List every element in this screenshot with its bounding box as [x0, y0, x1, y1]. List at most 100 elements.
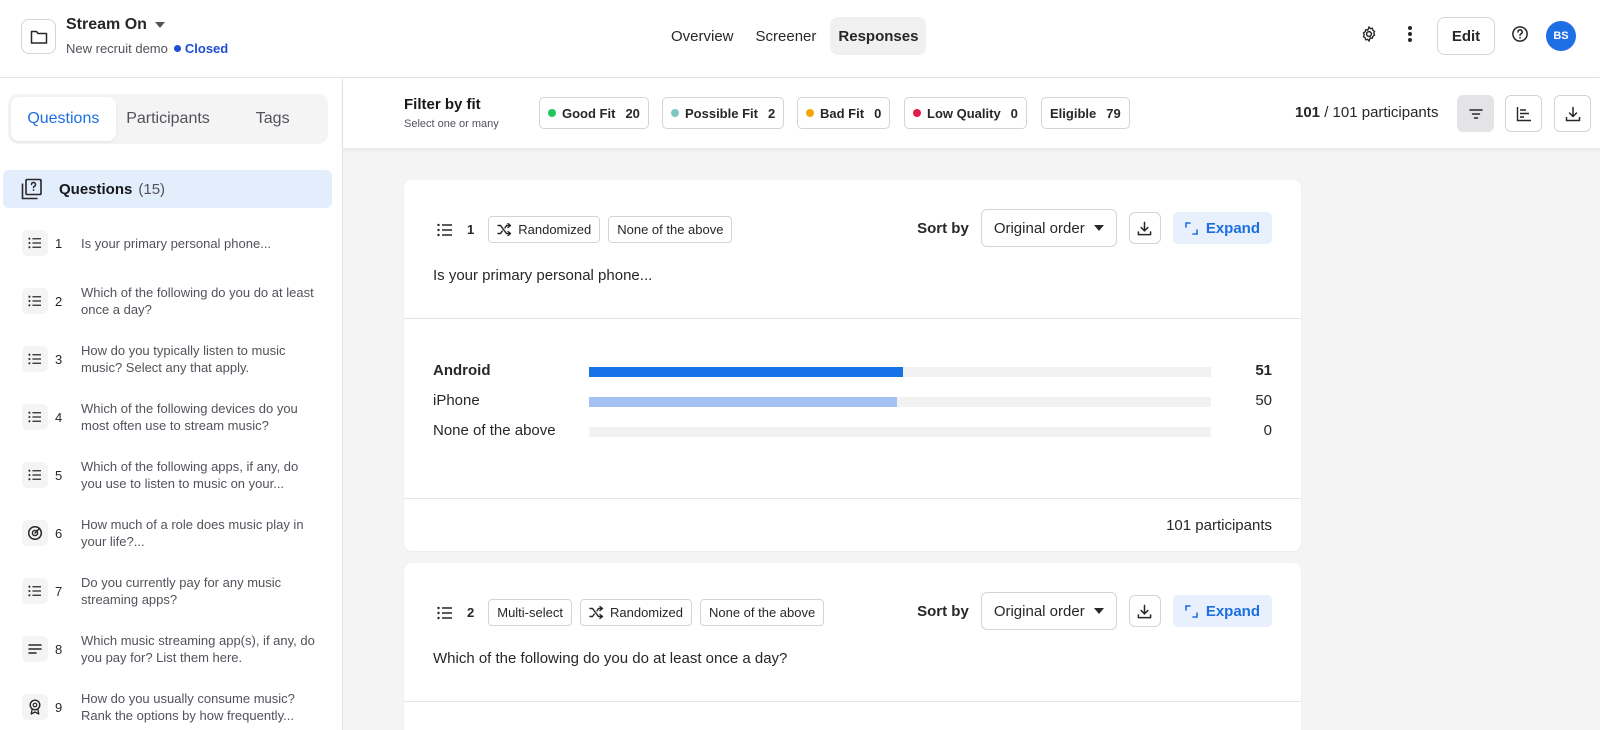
- participant-count: 101 / 101 participants: [1295, 104, 1438, 121]
- tag-text: Multi-select: [497, 605, 563, 620]
- chart-view-button[interactable]: [1505, 95, 1542, 132]
- expand-label: Expand: [1205, 602, 1260, 620]
- help-button[interactable]: [1508, 22, 1532, 46]
- bar-value: 0: [1263, 422, 1272, 439]
- sidebar-question-4[interactable]: 4 Which of the following devices do you m…: [0, 392, 342, 442]
- more-options-button[interactable]: [1398, 22, 1422, 46]
- download-all-button[interactable]: [1554, 95, 1591, 132]
- sidebar-question-8[interactable]: 8 Which music streaming app(s), if any, d…: [0, 624, 342, 674]
- sidebar-question-9[interactable]: 9 How do you usually consume music? Rank …: [0, 682, 342, 730]
- sidebar-question-3[interactable]: 3 How do you typically listen to music mu…: [0, 334, 342, 384]
- question-text: Which of the following do you do at leas…: [81, 285, 314, 317]
- expand-button[interactable]: Expand: [1172, 595, 1272, 627]
- bar-track: [589, 367, 1211, 377]
- expand-button[interactable]: Expand: [1172, 212, 1272, 244]
- chip-label: Eligible: [1050, 105, 1097, 121]
- avatar[interactable]: BS: [1546, 21, 1576, 51]
- question-number: 1: [467, 222, 475, 237]
- bar-label: iPhone: [433, 392, 480, 409]
- bar-value: 50: [1255, 392, 1272, 409]
- tag-randomized: Randomized: [579, 599, 692, 626]
- sidebar-question-5[interactable]: 5 Which of the following apps, if any, do…: [0, 450, 342, 500]
- edit-button[interactable]: Edit: [1437, 17, 1495, 55]
- chip-label: Low Quality: [927, 105, 1001, 121]
- question-text: How do you usually consume music? Rank t…: [81, 691, 295, 723]
- sidebar: Questions Participants Tags Questions (1…: [0, 78, 343, 730]
- question-number: 7: [55, 583, 63, 599]
- filter-icon: [1468, 108, 1483, 119]
- shuffle-icon: [589, 606, 604, 619]
- list-icon: [22, 578, 48, 604]
- question-number: 6: [55, 525, 63, 541]
- question-number: 5: [55, 467, 63, 483]
- download-button[interactable]: [1128, 212, 1161, 244]
- questions-section-title: Questions: [59, 180, 133, 198]
- sidebar-question-1[interactable]: 1 Is your primary personal phone...: [0, 218, 342, 268]
- question-text: How much of a role does music play in yo…: [81, 517, 304, 549]
- status-dot-icon: [173, 45, 181, 52]
- filter-button[interactable]: [1457, 95, 1494, 132]
- bar-track: [589, 427, 1211, 437]
- list-icon: [22, 346, 48, 372]
- sort-controls: Sort by Original order Expand: [917, 209, 1272, 247]
- folder-icon: [30, 30, 47, 44]
- sort-select[interactable]: Original order: [980, 592, 1117, 630]
- chip-label: Bad Fit: [820, 105, 865, 121]
- gauge-icon: [22, 520, 48, 546]
- question-number: 2: [467, 605, 475, 620]
- sidebar-tab-questions[interactable]: Questions: [11, 97, 116, 141]
- list-icon: [22, 404, 48, 430]
- download-icon: [1137, 221, 1152, 235]
- sidebar-question-6[interactable]: 6 How much of a role does music play in y…: [0, 508, 342, 558]
- text-lines-icon: [22, 636, 48, 662]
- tab-screener[interactable]: Screener: [748, 17, 825, 55]
- question-number: 4: [55, 409, 63, 425]
- expand-icon: [1185, 604, 1198, 618]
- settings-button[interactable]: [1357, 22, 1381, 46]
- bar-value: 51: [1255, 362, 1272, 379]
- tag-none-of-the-above: None of the above: [608, 216, 733, 243]
- status-text: Closed: [184, 41, 229, 56]
- filter-chip-eligible[interactable]: Eligible 79: [1041, 97, 1130, 129]
- tab-overview[interactable]: Overview: [663, 17, 742, 55]
- list-icon: [22, 230, 48, 256]
- tab-responses[interactable]: Responses: [830, 17, 927, 55]
- list-icon: [22, 462, 48, 488]
- question-number: 8: [55, 641, 63, 657]
- divider: [404, 498, 1301, 499]
- filter-chip-good-fit[interactable]: Good Fit 20: [539, 97, 649, 129]
- folder-button[interactable]: [21, 19, 56, 54]
- filter-chip-bad-fit[interactable]: Bad Fit 0: [797, 97, 891, 129]
- bar-fill-iphone: [589, 397, 897, 407]
- chip-count: 0: [874, 105, 882, 121]
- question-text: How do you typically listen to music mus…: [81, 343, 286, 375]
- question-card-1: 1 Randomized None of the above Sort by O…: [404, 180, 1301, 551]
- project-subtitle-text: New recruit demo: [66, 41, 168, 56]
- question-text: Which of the following apps, if any, do …: [81, 459, 299, 491]
- sidebar-tab-participants[interactable]: Participants: [116, 97, 221, 141]
- questions-section-header[interactable]: Questions (15): [3, 170, 332, 208]
- tag-randomized: Randomized: [488, 216, 601, 243]
- filter-chip-low-quality[interactable]: Low Quality 0: [904, 97, 1027, 129]
- download-button[interactable]: [1128, 595, 1161, 627]
- bar-fill-android: [589, 367, 904, 377]
- question-text: Which of the following devices do you mo…: [81, 401, 298, 433]
- sidebar-tab-tags[interactable]: Tags: [220, 97, 325, 141]
- question-number: 1: [55, 235, 63, 251]
- download-icon: [1137, 604, 1152, 618]
- project-title[interactable]: Stream On: [66, 16, 165, 34]
- ranking-icon: [22, 694, 48, 720]
- tag-none-of-the-above: None of the above: [699, 599, 825, 626]
- low-quality-dot-icon: [913, 109, 921, 117]
- sidebar-question-2[interactable]: 2 Which of the following do you do at lea…: [0, 276, 342, 326]
- tag-multi-select: Multi-select: [488, 599, 572, 626]
- filter-chip-possible-fit[interactable]: Possible Fit 2: [662, 97, 785, 129]
- gear-icon: [1362, 26, 1376, 42]
- sidebar-question-7[interactable]: 7 Do you currently pay for any music stre…: [0, 566, 342, 616]
- bar-chart-icon: [1516, 106, 1531, 121]
- sort-select[interactable]: Original order: [980, 209, 1117, 247]
- status-badge: Closed: [173, 41, 229, 56]
- filter-title: Filter by fit: [404, 96, 481, 113]
- main-nav: Overview Screener Responses: [663, 17, 927, 55]
- bad-fit-dot-icon: [806, 109, 814, 117]
